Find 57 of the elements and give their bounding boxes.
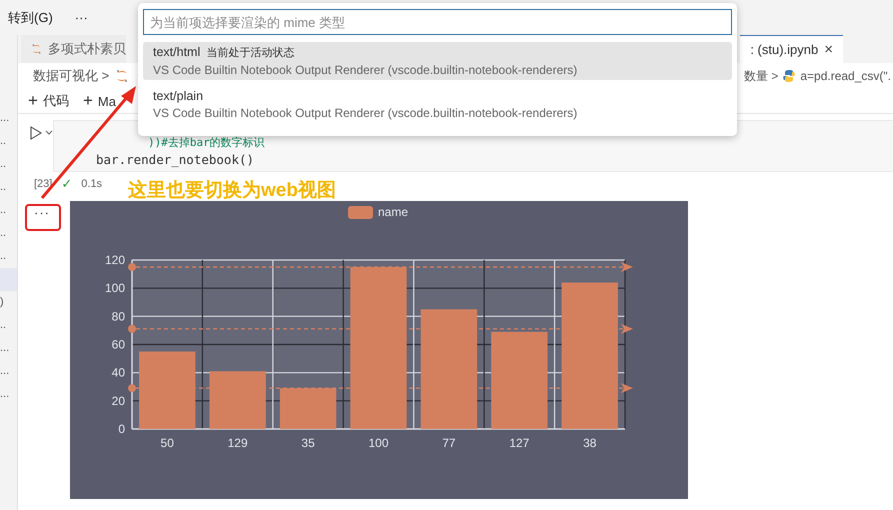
y-tick-label: 80: [112, 309, 125, 324]
sidebar-item[interactable]: ...: [0, 383, 17, 406]
success-icon: ✓: [61, 176, 72, 192]
sidebar-item[interactable]: ..: [0, 153, 17, 176]
duration: 0.1s: [81, 178, 102, 190]
highlight-frame: [25, 204, 61, 231]
sidebar-item[interactable]: ..: [0, 130, 17, 153]
y-tick-label: 100: [104, 281, 125, 296]
breadcrumb-item[interactable]: 数量 >: [744, 68, 778, 84]
chart-bar: [209, 371, 266, 429]
toolbar-button[interactable]: + Ma: [82, 91, 116, 111]
toolbar-button[interactable]: + 代码: [28, 91, 69, 111]
menu-item[interactable]: 转到(G): [8, 8, 53, 26]
legend-swatch[interactable]: [348, 206, 373, 219]
line-start-dot: [128, 324, 136, 333]
sidebar-item[interactable]: ..: [0, 314, 17, 337]
y-tick-label: 0: [118, 422, 125, 436]
y-tick-label: 40: [112, 366, 125, 380]
notebook-icon: [115, 69, 130, 83]
line-start-dot: [128, 384, 136, 392]
annotation-text: 这里也要切换为web视图: [128, 178, 336, 203]
y-tick-label: 20: [112, 394, 125, 408]
x-tick-label: 129: [228, 436, 248, 450]
y-tick-label: 60: [112, 338, 125, 352]
sidebar-item[interactable]: ): [0, 291, 17, 314]
legend-label[interactable]: name: [378, 205, 408, 219]
sidebar-item[interactable]: ...: [0, 337, 17, 360]
x-tick-label: 38: [583, 436, 596, 450]
sidebar-item[interactable]: ..: [0, 245, 17, 268]
sidebar-item[interactable]: [0, 268, 17, 291]
sidebar-item[interactable]: ..: [0, 199, 17, 222]
sidebar-item[interactable]: ...: [0, 107, 17, 130]
python-icon: [782, 69, 796, 83]
code-line: ))#去掉bar的数字标识: [147, 135, 266, 151]
breadcrumb-item[interactable]: 数据可视化 >: [33, 67, 110, 85]
sidebar-item[interactable]: ..: [0, 222, 17, 245]
code-line: bar.render_notebook(): [96, 152, 256, 169]
breadcrumb-item[interactable]: a=pd.read_csv(".: [800, 69, 891, 83]
renderer-option[interactable]: text/plain VS Code Builtin Notebook Output Renderer (vscode.builtin-notebook-renderers): [143, 86, 732, 124]
line-start-dot: [128, 263, 136, 272]
output-menu-button[interactable]: ···: [34, 205, 50, 220]
editor-tab[interactable]: : (stu).ipynb ×: [740, 35, 843, 63]
editor-tab[interactable]: 多项式朴素贝: [21, 35, 126, 63]
x-tick-label: 100: [368, 436, 389, 450]
y-tick-label: 120: [104, 253, 125, 267]
x-tick-label: 50: [160, 436, 174, 450]
close-icon[interactable]: ×: [824, 41, 833, 58]
sidebar-item[interactable]: ...: [0, 360, 17, 383]
sidebar-item[interactable]: ..: [0, 176, 17, 199]
search-field[interactable]: 为当前项选择要渲染的 mime 类型: [143, 9, 732, 35]
renderer-option[interactable]: text/html 当前处于活动状态 VS Code Builtin Notebook Output Renderer (vscode.builtin-notebook-renderers): [143, 42, 732, 80]
run-icon[interactable]: [30, 126, 54, 140]
x-tick-label: 77: [442, 436, 456, 450]
x-tick-label: 35: [301, 436, 315, 450]
chart-bar: [280, 388, 336, 429]
menu-item[interactable]: ···: [74, 10, 88, 25]
x-tick-label: 127: [509, 436, 530, 450]
